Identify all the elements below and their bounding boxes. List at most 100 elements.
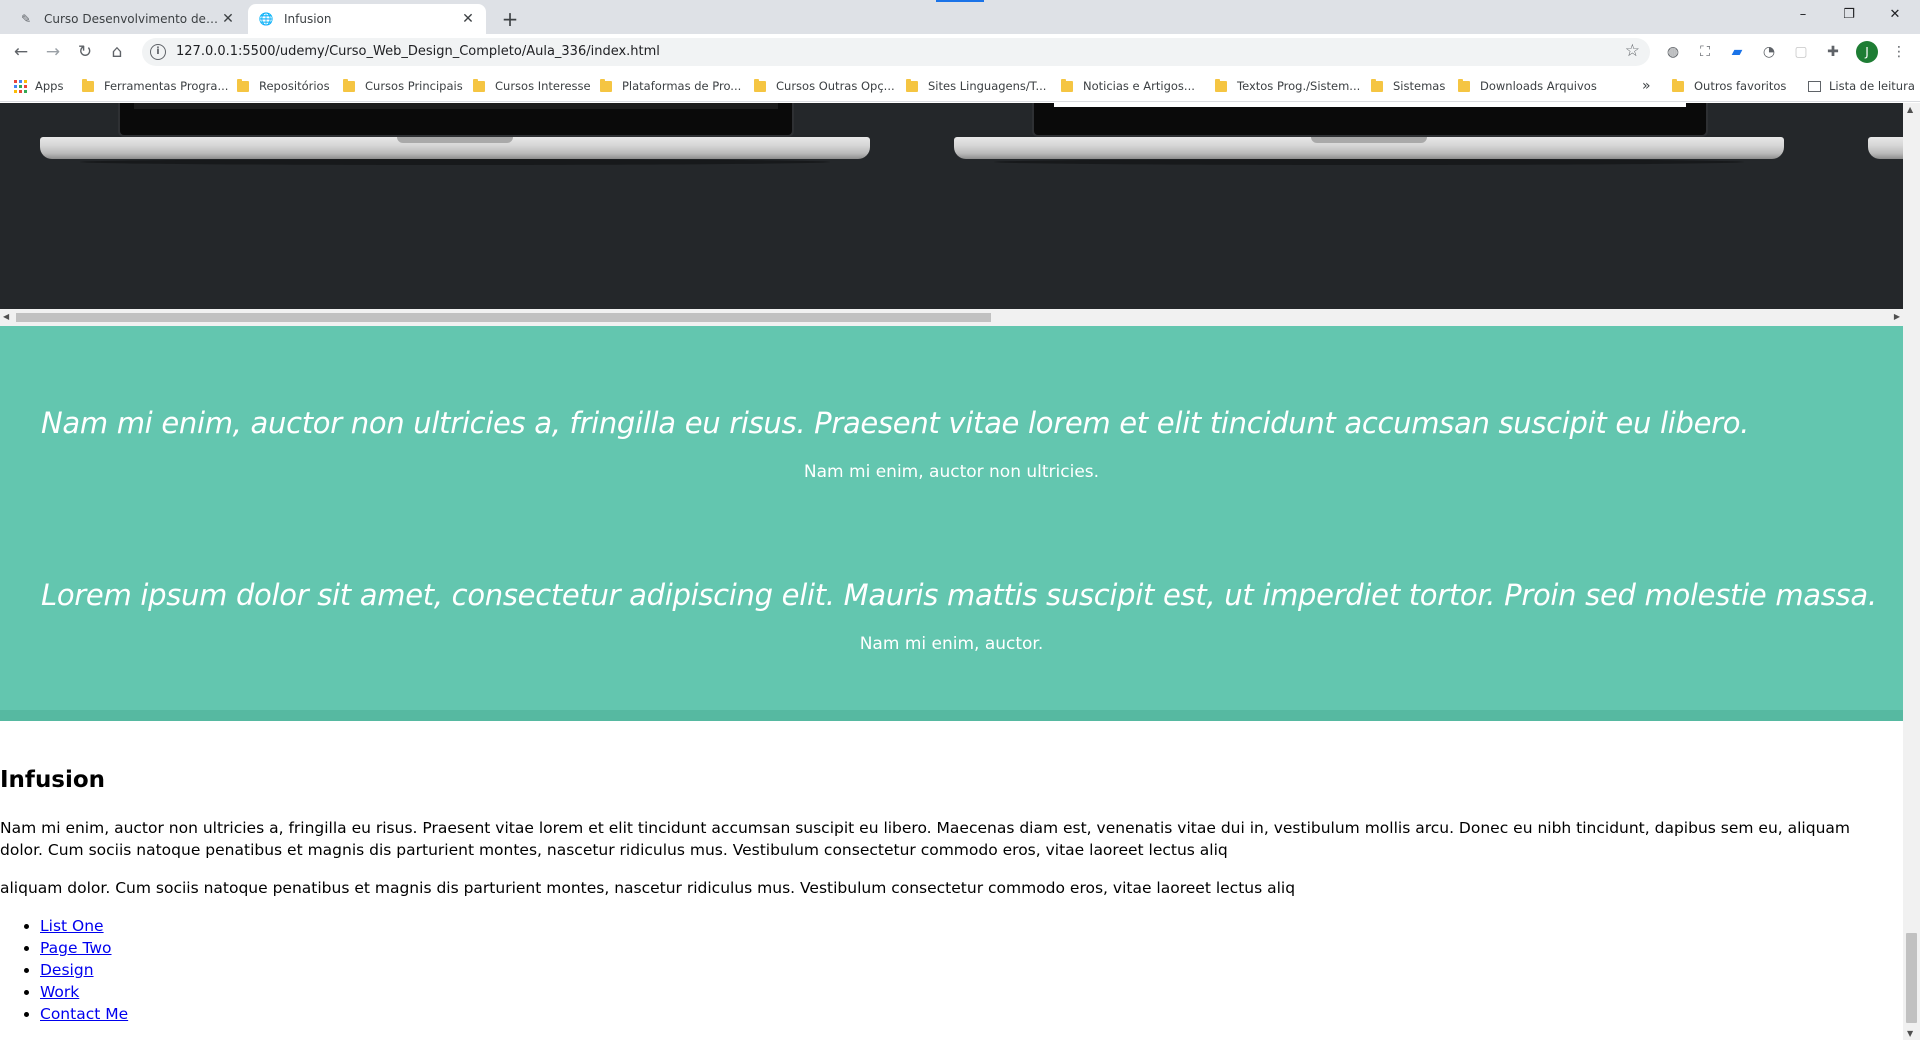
nav-link-contact-me[interactable]: Contact Me	[40, 1005, 128, 1023]
bookmark-folder[interactable]: Downloads Arquivos	[1458, 78, 1597, 94]
bookmark-folder[interactable]: Plataformas de Pro...	[600, 78, 741, 94]
list-item: Contact Me	[40, 1003, 1903, 1025]
bookmark-folder[interactable]: Cursos Interesse	[473, 78, 591, 94]
portfolio-gallery	[0, 103, 1903, 309]
tab-strip-indicator	[936, 0, 984, 2]
folder-icon	[906, 78, 918, 92]
bookmark-label: Cursos Interesse	[495, 79, 591, 93]
minimize-button[interactable]: –	[1780, 0, 1826, 30]
folder-icon	[1061, 78, 1073, 92]
scroll-down-arrow-icon[interactable]: ▼	[1907, 1029, 1913, 1038]
url-text[interactable]: 127.0.0.1:5500/udemy/Curso_Web_Design_Co…	[176, 44, 660, 59]
bookmark-label: Cursos Outras Opç...	[776, 79, 895, 93]
laptop-notch	[397, 137, 513, 143]
home-icon[interactable]: ⌂	[105, 40, 129, 64]
testimonial-author: Nam mi enim, auctor non ultricies.	[803, 462, 1100, 482]
footer-nav-list: List One Page Two Design Work Contact Me	[40, 915, 1903, 1025]
globe-icon: 🌐	[258, 12, 274, 26]
bookmark-folder[interactable]: Repositórios	[237, 78, 330, 94]
bookmark-label: Cursos Principais	[365, 79, 463, 93]
laptop-shadow	[80, 159, 830, 165]
reading-list[interactable]: Lista de leitura	[1808, 78, 1915, 94]
scroll-up-arrow-icon[interactable]: ▲	[1907, 105, 1913, 114]
laptop-base	[1868, 137, 1903, 159]
folder-icon	[343, 78, 355, 92]
overflow-chevron-icon[interactable]: »	[1642, 78, 1651, 94]
tab-title: Curso Desenvolvimento de layout	[44, 12, 220, 26]
gallery-horizontal-scrollbar[interactable]: ◀ ▶	[0, 309, 1903, 326]
scrollbar-thumb[interactable]	[16, 313, 991, 322]
laptop-screen	[1032, 103, 1708, 137]
address-bar[interactable]: i 127.0.0.1:5500/udemy/Curso_Web_Design_…	[142, 38, 1650, 66]
folder-icon	[82, 78, 94, 92]
bookmark-folder[interactable]: Cursos Principais	[343, 78, 463, 94]
tab-title: Infusion	[284, 12, 332, 26]
about-paragraph: aliquam dolor. Cum sociis natoque penati…	[0, 879, 1296, 897]
folder-icon	[1215, 78, 1227, 92]
bookmark-folder[interactable]: Ferramentas Progra...	[82, 78, 228, 94]
extension-icon[interactable]: ▰	[1728, 43, 1746, 61]
bookmark-folder-other[interactable]: Outros favoritos	[1672, 78, 1786, 94]
page-vertical-scrollbar[interactable]: ▲ ▼	[1903, 103, 1920, 1040]
bookmark-folder[interactable]: Sistemas	[1371, 78, 1445, 94]
laptop-notch	[1311, 137, 1427, 143]
bookmark-label: Lista de leitura	[1829, 79, 1915, 93]
bookmark-folder[interactable]: Textos Prog./Sistem...	[1215, 78, 1360, 94]
extension-globe-icon[interactable]: ◍	[1664, 43, 1682, 61]
forward-arrow-icon[interactable]: →	[41, 40, 65, 64]
testimonials-section: Nam mi enim, auctor non ultricies a, fri…	[0, 326, 1903, 721]
site-info-icon[interactable]: i	[150, 44, 166, 60]
list-item: Work	[40, 981, 1903, 1003]
back-arrow-icon[interactable]: ←	[9, 40, 33, 64]
screenshot-extension-icon[interactable]: ⛶	[1696, 43, 1714, 61]
folder-icon	[1371, 78, 1383, 92]
bookmark-label: Outros favoritos	[1694, 79, 1787, 93]
tab-strip: ✎ Curso Desenvolvimento de layout ✕ 🌐 In…	[0, 0, 1920, 34]
apps-icon	[14, 79, 27, 93]
new-tab-button[interactable]: +	[498, 7, 522, 31]
folder-icon	[473, 78, 485, 92]
bookmark-star-icon[interactable]: ☆	[1625, 41, 1640, 61]
bookmark-label: Plataformas de Pro...	[622, 79, 742, 93]
scroll-right-arrow-icon[interactable]: ▶	[1894, 312, 1900, 321]
page-viewport: ◀ ▶ Nam mi enim, auctor non ultricies a,…	[0, 103, 1903, 1040]
close-window-button[interactable]: ✕	[1872, 0, 1918, 30]
kebab-menu-icon[interactable]: ⋮	[1890, 43, 1908, 61]
bookmark-label: Downloads Arquivos	[1480, 79, 1597, 93]
bookmark-label: Apps	[35, 79, 64, 93]
section-heading: Infusion	[0, 767, 106, 793]
profile-avatar[interactable]: J	[1856, 41, 1878, 63]
scrollbar-thumb[interactable]	[1906, 933, 1917, 1023]
bookmark-apps[interactable]: Apps	[14, 78, 63, 94]
folder-icon	[237, 78, 249, 92]
tab-course[interactable]: ✎ Curso Desenvolvimento de layout ✕	[8, 4, 246, 34]
nav-link-design[interactable]: Design	[40, 961, 94, 979]
list-item: Page Two	[40, 937, 1903, 959]
folder-icon	[754, 78, 766, 92]
bookmark-label: Sistemas	[1393, 79, 1446, 93]
folder-icon	[600, 78, 612, 92]
testimonial-quote: Nam mi enim, auctor non ultricies a, fri…	[41, 406, 1750, 440]
about-section: Infusion Nam mi enim, auctor non ultrici…	[0, 765, 1903, 1025]
puzzle-extensions-icon[interactable]: ✚	[1824, 43, 1842, 61]
laptop-screen	[118, 103, 794, 137]
bookmark-folder[interactable]: Cursos Outras Opç...	[754, 78, 895, 94]
extension-clock-icon[interactable]: ◔	[1760, 43, 1778, 61]
reload-icon[interactable]: ↻	[73, 40, 97, 64]
testimonial-author: Nam mi enim, auctor.	[859, 634, 1044, 654]
bookmark-folder[interactable]: Sites Linguagens/T...	[906, 78, 1046, 94]
nav-link-page-two[interactable]: Page Two	[40, 939, 112, 957]
extension-blank-icon[interactable]: ▢	[1792, 43, 1810, 61]
bookmark-label: Noticias e Artigos...	[1083, 79, 1195, 93]
close-tab-icon[interactable]: ✕	[460, 11, 476, 27]
restore-button[interactable]: ❐	[1826, 0, 1872, 30]
scroll-left-arrow-icon[interactable]: ◀	[3, 312, 9, 321]
tab-infusion[interactable]: 🌐 Infusion ✕	[248, 4, 486, 34]
folder-icon	[1672, 78, 1684, 92]
folder-icon	[1458, 78, 1470, 92]
bookmark-folder[interactable]: Noticias e Artigos...	[1061, 78, 1195, 94]
laptop-shadow	[994, 159, 1744, 165]
nav-link-list-one[interactable]: List One	[40, 917, 104, 935]
nav-link-work[interactable]: Work	[40, 983, 79, 1001]
close-tab-icon[interactable]: ✕	[220, 11, 236, 27]
